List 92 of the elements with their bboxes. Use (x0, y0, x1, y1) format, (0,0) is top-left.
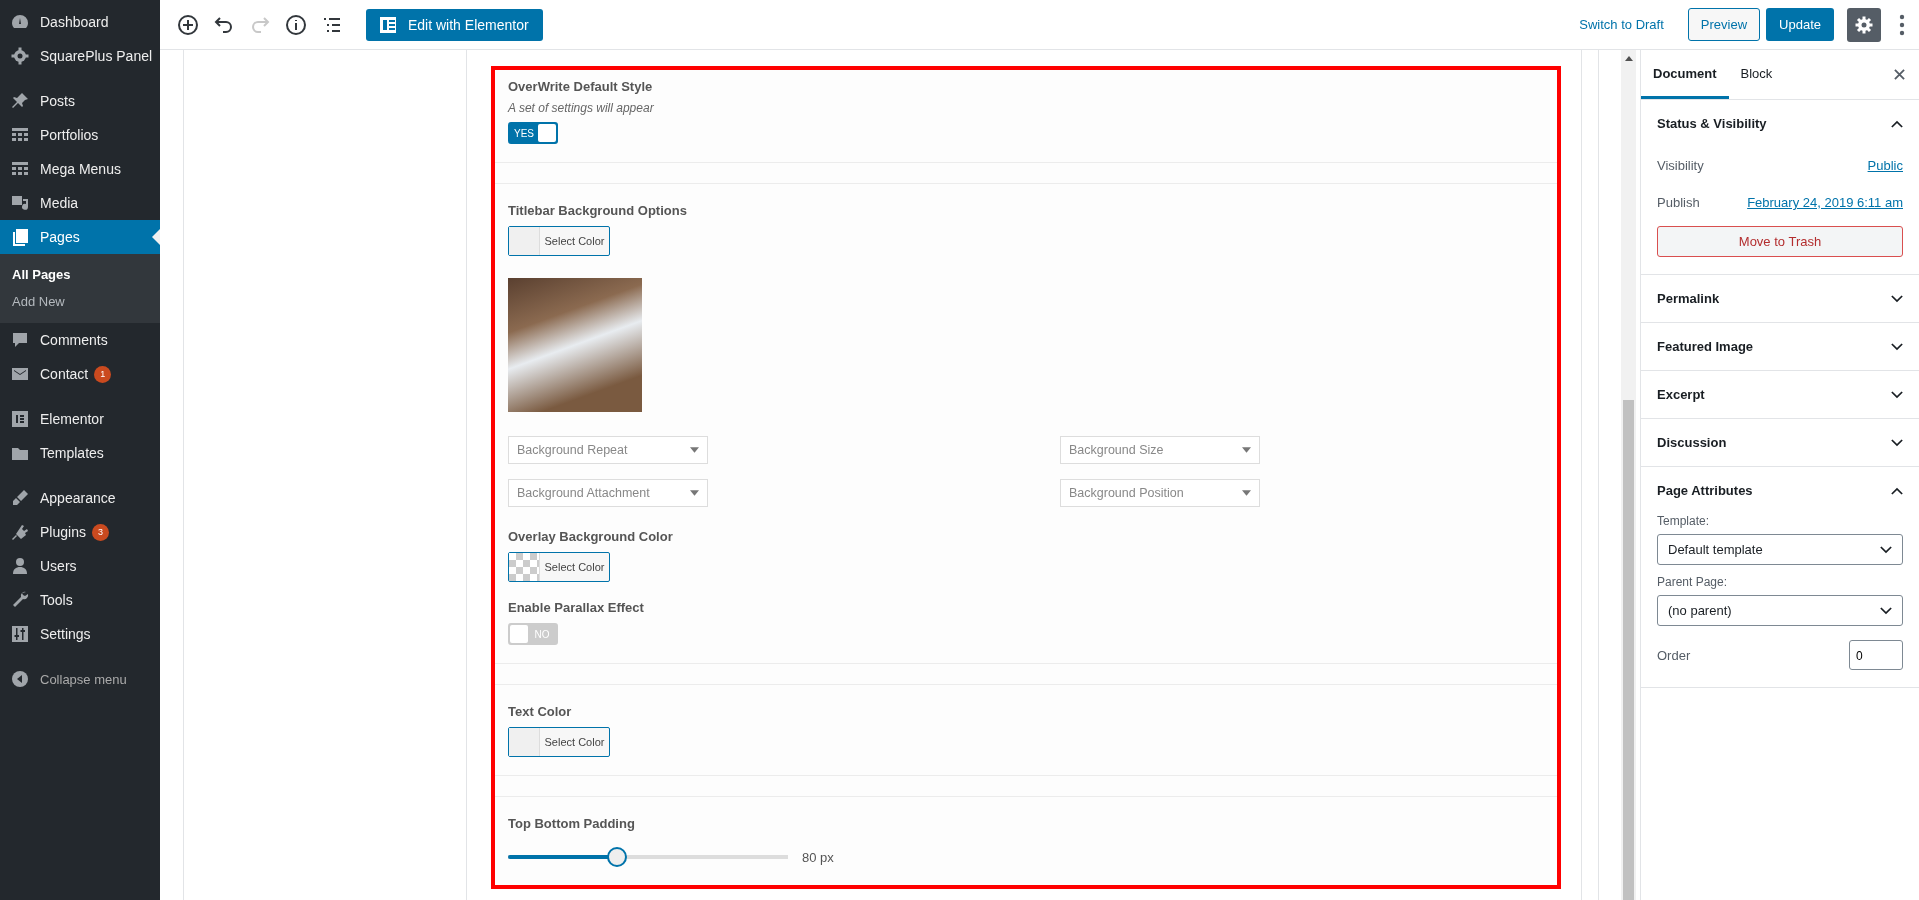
count-badge: 3 (91, 523, 109, 541)
chevron-down-icon (1891, 438, 1903, 447)
chevron-up-icon (1891, 119, 1903, 128)
settings-button[interactable] (1847, 7, 1881, 42)
caret-icon (1242, 447, 1251, 453)
panel-header[interactable]: Discussion (1641, 419, 1919, 466)
dropdown[interactable]: Background Position (1060, 479, 1260, 507)
media-icon (10, 193, 30, 213)
pages-icon (10, 227, 30, 247)
more-options-icon[interactable] (1899, 13, 1905, 36)
menu-item[interactable]: Posts (0, 84, 160, 118)
update-button[interactable]: Update (1766, 8, 1834, 41)
edit-with-elementor-button[interactable]: Edit with Elementor (366, 8, 543, 41)
submenu-item[interactable]: All Pages (0, 261, 160, 288)
setting-label: Order (1657, 647, 1691, 663)
sliders-icon (10, 624, 30, 644)
brush-icon (10, 488, 30, 508)
caret-icon (690, 447, 699, 453)
chevron-down-icon (1880, 545, 1892, 554)
panel-header[interactable]: Featured Image (1641, 323, 1919, 370)
caret-icon (1242, 490, 1251, 496)
chevron-down-icon (1891, 294, 1903, 303)
count-badge: 1 (94, 365, 112, 383)
select-color-button[interactable]: Select Color (508, 727, 610, 757)
select-color-button[interactable]: Select Color (508, 226, 610, 256)
setting-label: Visibility (1657, 158, 1704, 173)
switch-to-draft-button[interactable]: Switch to Draft (1573, 16, 1670, 33)
slider-value: 80 px (802, 849, 834, 865)
menu-item[interactable]: Settings (0, 617, 160, 651)
dropdown[interactable]: Background Repeat (508, 436, 708, 464)
caret-icon (690, 490, 699, 496)
field-description: A set of settings will appear (508, 101, 654, 115)
chevron-up-icon (1891, 486, 1903, 495)
setting-label: Publish (1657, 195, 1700, 210)
menu-item[interactable]: Elementor (0, 402, 160, 436)
menu-item[interactable]: Appearance (0, 481, 160, 515)
panel-header[interactable]: Page Attributes (1641, 467, 1919, 514)
field-label: Enable Parallax Effect (508, 600, 644, 615)
sidebar-tab[interactable]: Document (1641, 50, 1729, 99)
info-icon[interactable] (284, 12, 308, 37)
elementor-icon (10, 409, 30, 429)
settings-icon (10, 46, 30, 66)
toggle-switch[interactable]: YES (508, 122, 558, 144)
template-select[interactable]: Default template (1657, 534, 1903, 565)
panel-header[interactable]: Permalink (1641, 275, 1919, 322)
menu-item[interactable]: Tools (0, 583, 160, 617)
chevron-down-icon (1891, 342, 1903, 351)
menu-item[interactable]: Mega Menus (0, 152, 160, 186)
menu-item[interactable]: Pages (0, 220, 160, 254)
field-label: OverWrite Default Style (508, 79, 653, 94)
setting-label: Parent Page: (1657, 575, 1729, 589)
add-icon[interactable] (176, 12, 200, 37)
menu-item[interactable]: Collapse menu (0, 662, 160, 696)
preview-button[interactable]: Preview (1687, 8, 1761, 41)
user-icon (10, 556, 30, 576)
collapse-icon (10, 669, 30, 689)
select-color-button[interactable]: Select Color (508, 552, 610, 582)
order-input[interactable]: 0 (1849, 640, 1903, 670)
dropdown[interactable]: Background Size (1060, 436, 1260, 464)
menu-item[interactable]: Users (0, 549, 160, 583)
panel-header[interactable]: Status & Visibility (1641, 100, 1919, 147)
dropdown[interactable]: Background Attachment (508, 479, 708, 507)
setting-label: Template: (1657, 514, 1711, 528)
settings-icon (1854, 14, 1874, 35)
menu-item[interactable]: Plugins 3 (0, 515, 160, 549)
parent-page-select[interactable]: (no parent) (1657, 595, 1903, 626)
field-label: Top Bottom Padding (508, 816, 635, 831)
menu-item[interactable]: Media (0, 186, 160, 220)
chevron-down-icon (1880, 606, 1892, 615)
field-label: Titlebar Background Options (508, 203, 687, 218)
setting-link[interactable]: February 24, 2019 6:11 am (1747, 195, 1903, 210)
slider-handle[interactable] (607, 847, 628, 867)
scroll-up-icon[interactable] (1624, 56, 1633, 61)
menu-item[interactable]: Contact 1 (0, 357, 160, 391)
plug-icon (10, 522, 30, 542)
move-to-trash-button[interactable]: Move to Trash (1657, 226, 1903, 257)
sidebar-tab[interactable]: Block (1728, 50, 1785, 99)
field-label: Overlay Background Color (508, 529, 673, 544)
menu-item[interactable]: Comments (0, 323, 160, 357)
submenu-item[interactable]: Add New (0, 288, 160, 315)
chevron-down-icon (1891, 390, 1903, 399)
menu-item[interactable]: SquarePlus Panel (0, 39, 160, 73)
field-label: Text Color (508, 704, 572, 719)
menu-item[interactable]: Templates (0, 436, 160, 470)
close-icon[interactable] (1894, 69, 1905, 80)
menu-item[interactable]: Dashboard (0, 5, 160, 39)
menu-item[interactable]: Portfolios (0, 118, 160, 152)
comment-icon (10, 330, 30, 350)
panel-header[interactable]: Excerpt (1641, 371, 1919, 418)
scrollbar[interactable] (1621, 50, 1636, 900)
setting-link[interactable]: Public (1867, 158, 1903, 173)
pin-icon (10, 91, 30, 111)
